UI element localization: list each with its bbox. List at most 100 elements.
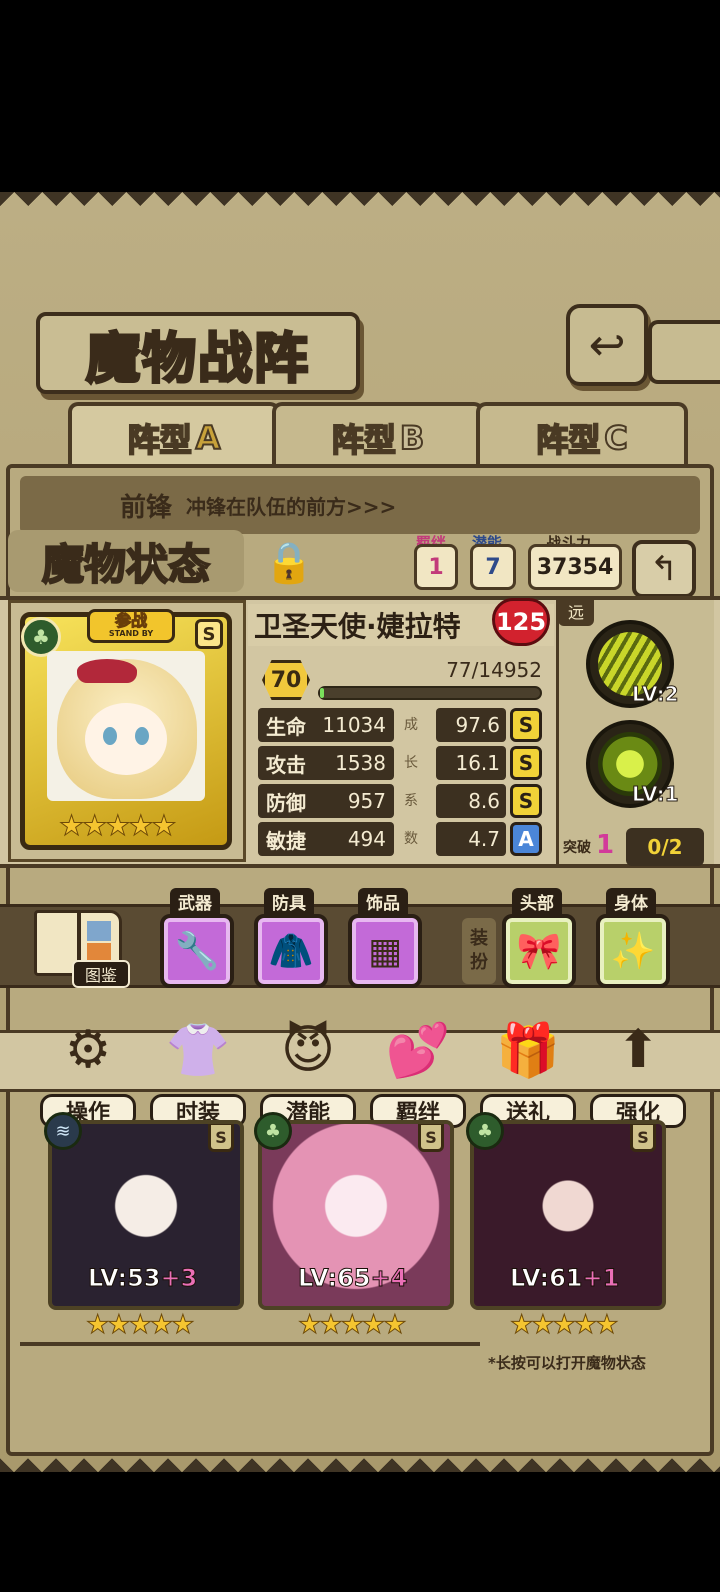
growth-char: 成 — [404, 717, 418, 733]
menu-enhance-button[interactable]: ⬆ 强化 — [590, 1010, 686, 1128]
portrait-hat — [77, 659, 137, 683]
headband-icon: 🎀 — [516, 931, 562, 972]
growth-value: 97.6 — [436, 708, 506, 742]
power-value: 37354 — [528, 544, 622, 590]
level-badge: 70 — [262, 660, 310, 700]
level-text: LV:53 — [87, 1264, 161, 1293]
stat-name: 生命 — [258, 708, 314, 742]
tab-letter: A — [195, 418, 222, 458]
standby-label: 参战 — [114, 611, 147, 630]
body-label: 身体 — [606, 888, 656, 914]
gear-icon: ⚙ — [64, 1020, 112, 1080]
status-title-plate: 魔物状态 — [8, 530, 244, 592]
rank-badge: S — [418, 1124, 444, 1152]
stat-row-hp: 生命 11034 成 97.6 S — [258, 708, 544, 742]
menu-bond-button[interactable]: 💕 羁绊 — [370, 1010, 466, 1128]
stat-row-agility: 敏捷 494 数 4.7 A — [258, 822, 544, 856]
menu-outfit-button[interactable]: 👚 时装 — [150, 1010, 246, 1128]
codex-button[interactable]: 图鉴 — [28, 906, 132, 992]
tab-formation-c[interactable]: 阵型 C — [476, 402, 688, 470]
potential-value: 7 — [470, 544, 516, 590]
grade-badge: S — [510, 708, 542, 742]
menu-gift-button[interactable]: 🎁 送礼 — [480, 1010, 576, 1128]
stat-value: 1538 — [314, 746, 394, 780]
roster-level: LV:65+4 — [297, 1264, 407, 1293]
exp-bar — [318, 686, 542, 700]
weapon-label: 武器 — [170, 888, 220, 914]
level-text: LV:65 — [297, 1264, 371, 1293]
tab-formation-a[interactable]: 阵型 A — [68, 402, 280, 470]
stat-value: 11034 — [314, 708, 394, 742]
back-button-tab — [648, 320, 720, 384]
growth-value: 8.6 — [436, 784, 506, 818]
stat-name: 攻击 — [258, 746, 314, 780]
tab-label: 阵型 — [127, 420, 193, 460]
long-press-hint: *长按可以打开魔物状态 — [488, 1354, 646, 1372]
roster-card[interactable]: S LV:53+3 — [48, 1120, 244, 1310]
menu-operate-button[interactable]: ⚙ 操作 — [40, 1010, 136, 1128]
back-arrow-icon: ↰ — [649, 549, 679, 589]
standby-sub: STAND BY — [108, 629, 154, 638]
growth-value: 4.7 — [436, 822, 506, 856]
grade-badge: A — [510, 822, 542, 856]
lock-icon[interactable]: 🔒 — [256, 532, 322, 592]
tab-letter: B — [399, 418, 425, 458]
accessory-label: 饰品 — [358, 888, 408, 914]
tab-label: 阵型 — [331, 420, 397, 460]
tablet-icon: ▦ — [367, 930, 402, 972]
break-count: 1 — [596, 830, 615, 860]
armor-slot[interactable]: 🧥 — [254, 914, 328, 988]
stars-icon: ✨ — [610, 931, 656, 972]
back-arrow-icon: ↩ — [588, 319, 626, 371]
portrait-eye-right — [135, 727, 149, 745]
portrait-face — [85, 703, 167, 775]
heart-icon: 💕 — [385, 1020, 451, 1081]
range-tag: 远 — [558, 596, 594, 626]
codex-label: 图鉴 — [72, 960, 130, 988]
break-label: 突破 — [563, 840, 591, 856]
level-plus: +3 — [160, 1264, 198, 1293]
break-progress: 0/2 — [626, 828, 704, 866]
head-slot[interactable]: 🎀 — [502, 914, 576, 988]
roster-stars: ★★★★★ — [298, 1310, 408, 1341]
tab-label: 阵型 — [535, 420, 601, 460]
exp-fill — [320, 688, 325, 698]
nature-element-icon: ♣ — [466, 1112, 504, 1150]
stat-row-defense: 防御 957 系 8.6 S — [258, 784, 544, 818]
back-button[interactable]: ↩ — [566, 304, 648, 386]
vanguard-row: 前锋 冲锋在队伍的前方>>> — [20, 476, 700, 534]
stat-name: 防御 — [258, 784, 314, 818]
growth-value: 16.1 — [436, 746, 506, 780]
exp-text: 77/14952 — [446, 658, 542, 682]
weapon-slot[interactable]: 🔧 — [160, 914, 234, 988]
skill-1-level: LV:2 — [631, 682, 679, 707]
nature-element-icon: ♣ — [254, 1112, 292, 1150]
standby-badge: 参战 STAND BY — [87, 609, 175, 643]
limit-break: 突破 1 0/2 — [560, 826, 708, 870]
close-status-button[interactable]: ↰ — [632, 540, 696, 598]
grade-badge: S — [510, 784, 542, 818]
roster-level: LV:53+3 — [87, 1264, 198, 1293]
accessory-slot[interactable]: ▦ — [348, 914, 422, 988]
stat-row-attack: 攻击 1538 长 16.1 S — [258, 746, 544, 780]
body-slot[interactable]: ✨ — [596, 914, 670, 988]
growth-char: 长 — [404, 755, 418, 771]
monster-card[interactable]: 参战 STAND BY ♣ S ★★★★★ — [20, 609, 232, 850]
card-stars: ★★★★★ — [59, 809, 178, 843]
head-label: 头部 — [512, 888, 562, 914]
rank-badge: S — [630, 1124, 656, 1152]
rank-badge: S — [195, 619, 223, 649]
formation-tabs: 阵型 A 阵型 B 阵型 C — [12, 402, 712, 470]
tab-formation-b[interactable]: 阵型 B — [272, 402, 484, 470]
skill-2-level: LV:1 — [631, 782, 679, 807]
roster-card[interactable]: S LV:61+1 — [470, 1120, 666, 1310]
gun-icon: 🔧 — [174, 931, 220, 972]
tab-letter: C — [603, 418, 629, 458]
stat-name: 敏捷 — [258, 822, 314, 856]
roster-level: LV:61+1 — [509, 1264, 620, 1293]
level-plus: +1 — [582, 1264, 620, 1293]
roster-card[interactable]: S LV:65+4 — [258, 1120, 454, 1310]
monster-portrait — [47, 651, 205, 801]
armor-label: 防具 — [264, 888, 314, 914]
menu-potential-button[interactable]: 😈 潜能 — [260, 1010, 356, 1128]
